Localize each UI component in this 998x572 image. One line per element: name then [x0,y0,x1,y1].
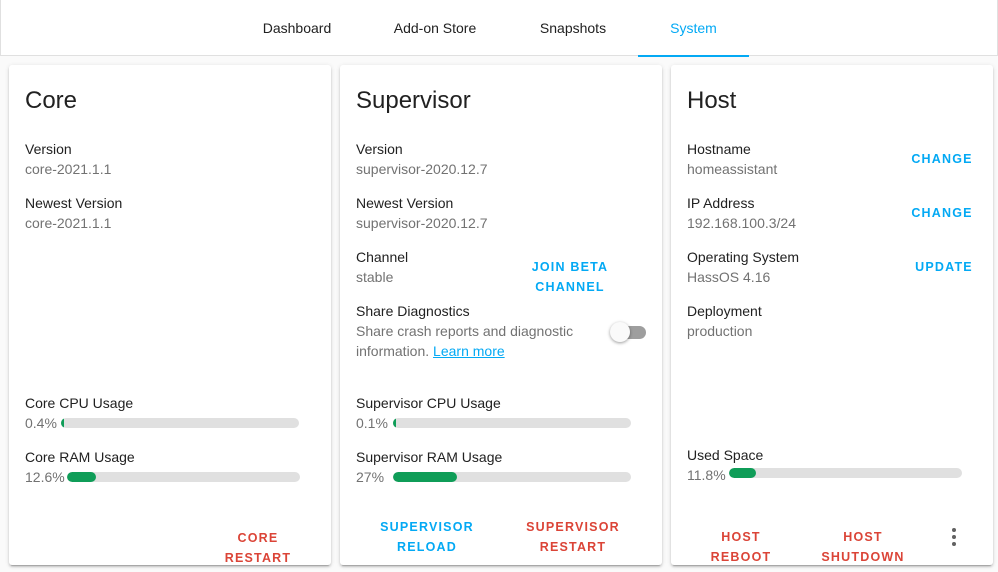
host-operating-system: Operating System HassOS 4.16 [687,247,799,287]
supervisor-cpu-bar [393,418,631,428]
supervisor-card: Supervisor Version supervisor-2020.12.7 … [340,65,662,565]
supervisor-ram-value: 27% [356,469,385,485]
core-ram-bar-fill [67,472,97,482]
used-space-label: Used Space [687,447,764,463]
hostname-label: Hostname [687,141,751,157]
core-ram-value: 12.6% [25,469,65,485]
hostname-value: homeassistant [687,161,778,177]
core-version-value: core-2021.1.1 [25,161,112,177]
supervisor-cpu-meter: Supervisor CPU Usage 0.1% [356,393,636,433]
supervisor-reload-button[interactable]: SUPERVISOR RELOAD [380,517,474,557]
join-beta-channel-button[interactable]: JOIN BETA CHANNEL [498,257,642,297]
tab-snapshots[interactable]: Snapshots [523,0,623,56]
supervisor-channel-label: Channel [356,249,409,265]
supervisor-cpu-value: 0.1% [356,415,388,431]
host-ip-address: IP Address 192.168.100.3/24 [687,193,796,233]
core-newest-version: Newest Version core-2021.1.1 [25,193,122,233]
core-version: Version core-2021.1.1 [25,139,111,179]
supervisor-newest-label: Newest Version [356,195,454,211]
supervisor-channel-value: stable [356,269,394,285]
core-ram-bar [67,472,300,482]
share-diagnostics-label: Share Diagnostics [356,303,470,319]
core-newest-label: Newest Version [25,195,123,211]
host-deployment: Deployment production [687,301,762,341]
kebab-dot [952,542,956,546]
kebab-dot [952,535,956,539]
tab-dashboard[interactable]: Dashboard [247,0,347,56]
change-hostname-button[interactable]: CHANGE [909,149,975,169]
supervisor-version-label: Version [356,141,403,157]
supervisor-newest-value: supervisor-2020.12.7 [356,215,488,231]
used-space-meter: Used Space 11.8% [687,445,977,485]
toggle-thumb [610,322,630,342]
supervisor-restart-line1: SUPERVISOR [526,520,620,534]
supervisor-ram-label: Supervisor RAM Usage [356,449,503,465]
supervisor-restart-line2: RESTART [539,540,607,554]
tab-addon-store[interactable]: Add-on Store [383,0,487,56]
supervisor-channel: Channel stable [356,247,408,287]
core-cpu-meter: Core CPU Usage 0.4% [25,393,305,433]
core-title: Core [25,87,78,114]
deployment-label: Deployment [687,303,762,319]
host-card: Host Hostname homeassistant CHANGE IP Ad… [671,65,993,565]
supervisor-newest-version: Newest Version supervisor-2020.12.7 [356,193,488,233]
deployment-value: production [687,323,753,339]
tab-bar: Dashboard Add-on Store Snapshots System [0,0,998,57]
used-space-bar-fill [729,468,757,478]
more-vert-icon[interactable] [942,525,966,549]
tab-system[interactable]: System [638,0,749,57]
os-value: HassOS 4.16 [687,269,771,285]
core-version-label: Version [25,141,72,157]
supervisor-reload-line1: SUPERVISOR [380,520,474,534]
core-ram-meter: Core RAM Usage 12.6% [25,447,305,487]
update-os-button[interactable]: UPDATE [911,257,977,277]
core-cpu-bar-fill [61,418,64,428]
host-title: Host [687,87,737,114]
learn-more-link[interactable]: Learn more [433,343,505,359]
supervisor-reload-line2: RELOAD [397,540,457,554]
used-space-bar [729,468,962,478]
host-hostname: Hostname homeassistant [687,139,777,179]
core-cpu-label: Core CPU Usage [25,395,134,411]
share-diagnostics: Share Diagnostics Share crash reports an… [356,301,596,361]
supervisor-cpu-bar-fill [393,418,396,428]
host-shutdown-button[interactable]: HOST SHUTDOWN [801,527,925,567]
ip-address-label: IP Address [687,195,755,211]
core-cpu-value: 0.4% [25,415,57,431]
ip-address-value: 192.168.100.3/24 [687,215,796,231]
core-ram-label: Core RAM Usage [25,449,135,465]
os-label: Operating System [687,249,800,265]
share-diagnostics-description: Share crash reports and diagnostic infor… [356,321,596,361]
share-diagnostics-toggle[interactable] [610,320,646,342]
core-card: Core Version core-2021.1.1 Newest Versio… [9,65,331,565]
supervisor-ram-bar-fill [393,472,458,482]
core-newest-value: core-2021.1.1 [25,215,112,231]
core-restart-button[interactable]: CORE RESTART [205,528,311,568]
supervisor-restart-button[interactable]: SUPERVISOR RESTART [526,517,620,557]
kebab-dot [952,528,956,532]
supervisor-ram-bar [393,472,631,482]
supervisor-title: Supervisor [356,87,471,114]
core-cpu-bar [61,418,299,428]
used-space-value: 11.8% [687,467,726,483]
supervisor-cpu-label: Supervisor CPU Usage [356,395,501,411]
supervisor-version: Version supervisor-2020.12.7 [356,139,488,179]
supervisor-version-value: supervisor-2020.12.7 [356,161,488,177]
supervisor-ram-meter: Supervisor RAM Usage 27% [356,447,636,487]
host-reboot-button[interactable]: HOST REBOOT [691,527,791,567]
change-ip-button[interactable]: CHANGE [909,203,975,223]
